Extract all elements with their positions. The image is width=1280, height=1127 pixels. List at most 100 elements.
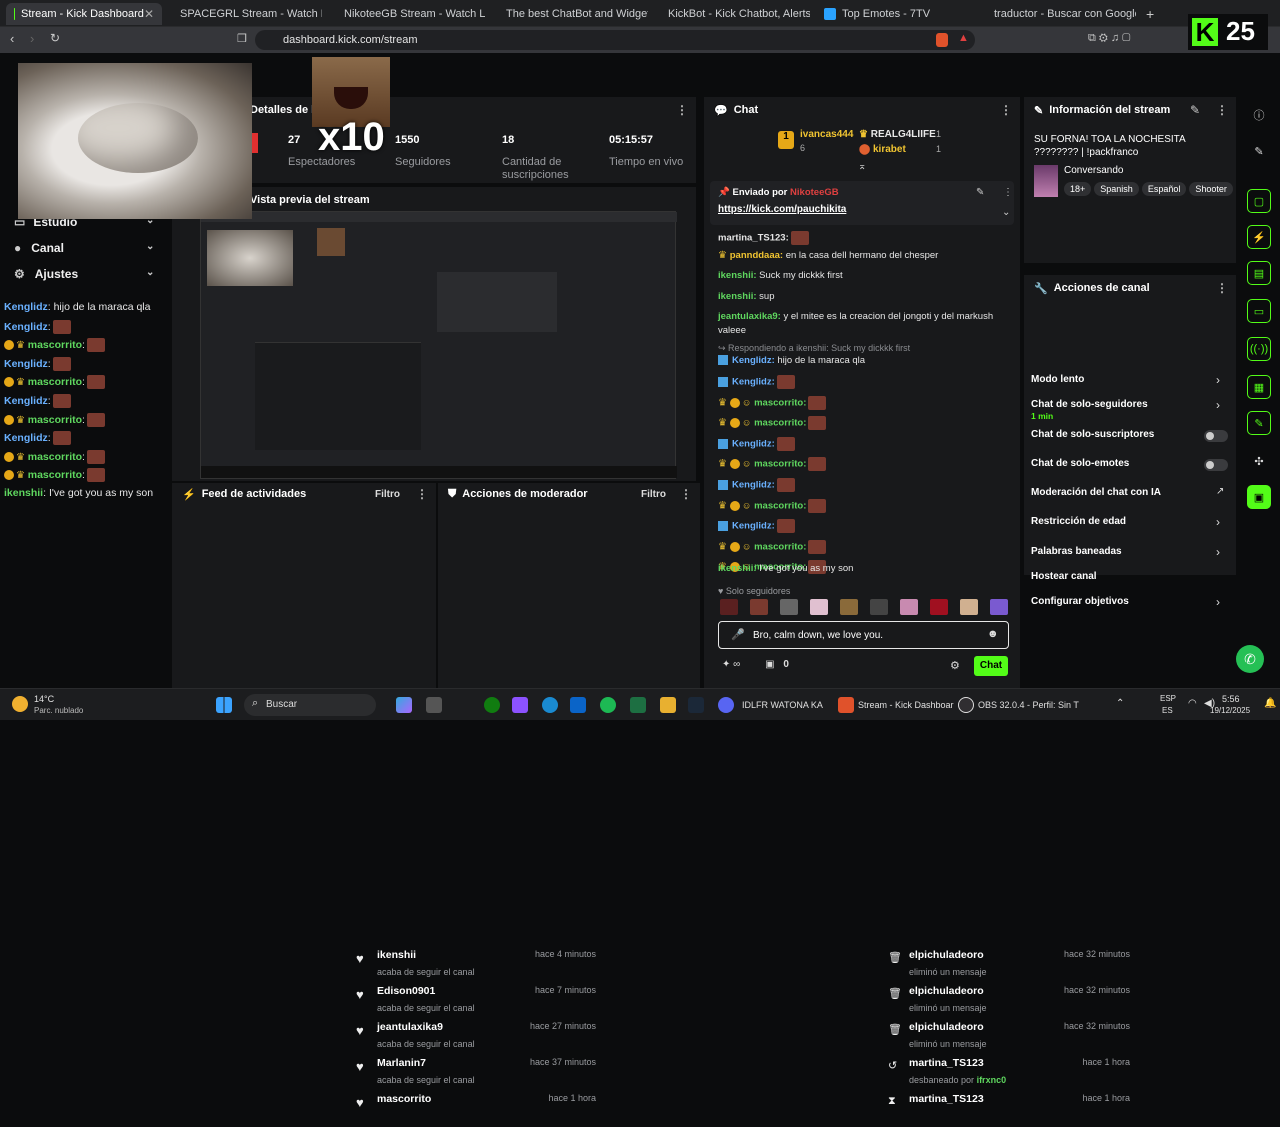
- url-field[interactable]: dashboard.kick.com/stream: [255, 30, 975, 50]
- toggle-switch[interactable]: [1204, 430, 1228, 442]
- activity-item[interactable]: ♥ ikenshii acaba de seguir el canal hace 4 …: [344, 949, 608, 983]
- extensions-icon[interactable]: ⧉ ⚙ ♫ ▢: [1088, 32, 1131, 45]
- chat-settings-icon[interactable]: ⚙: [950, 659, 960, 672]
- taskbar-app-3[interactable]: OBS 32.0.4 - Perfil: Sin T: [978, 700, 1079, 710]
- channel-action-item[interactable]: Chat de solo-suscriptores: [1031, 429, 1154, 440]
- channel-action-item[interactable]: Restricción de edad: [1031, 516, 1126, 527]
- mod-action-item[interactable]: ↺ martina_TS123 desbaneado por ifrxnc0 hace…: [876, 1057, 1138, 1091]
- chat-send-button[interactable]: Chat: [974, 656, 1008, 676]
- collapse-icon[interactable]: ⌅: [858, 161, 866, 172]
- channel-action-item[interactable]: Palabras baneadas: [1031, 546, 1122, 557]
- chevron-right-icon[interactable]: ›: [1216, 595, 1220, 609]
- chat-icon[interactable]: ▭: [1247, 299, 1271, 323]
- unpin-icon[interactable]: ✎: [976, 187, 984, 198]
- info-icon[interactable]: ⓘ: [1247, 103, 1271, 127]
- more-icon[interactable]: ⋮: [1000, 103, 1012, 117]
- more-icon[interactable]: ⋮: [1003, 187, 1013, 198]
- pinned-message[interactable]: 📌 Enviado por NikoteeGB https://kick.com…: [710, 181, 1014, 225]
- external-link-icon[interactable]: ↗: [1216, 486, 1224, 497]
- spotify-icon[interactable]: [600, 697, 616, 713]
- tab-spacegrl[interactable]: SPACEGRL Stream - Watch Live on K: [166, 3, 322, 25]
- chat-message[interactable]: Kenglidz:: [718, 519, 795, 534]
- chat-message[interactable]: ikenshii: sup: [718, 291, 775, 302]
- chat-message[interactable]: valeee: [718, 325, 746, 336]
- broadcast-icon[interactable]: ((·)): [1247, 337, 1271, 361]
- whatsapp-icon[interactable]: ✆: [1236, 645, 1264, 673]
- steam-icon[interactable]: [688, 697, 704, 713]
- excel-icon[interactable]: [630, 697, 646, 713]
- activity-item[interactable]: ♥ jeantulaxika9 acaba de seguir el canal ha…: [344, 1021, 608, 1055]
- chat-input[interactable]: 🎤 Bro, calm down, we love you. ☻: [718, 621, 1009, 649]
- activity-item[interactable]: ♥ Edison0901 acaba de seguir el canal hace …: [344, 985, 608, 1019]
- tab-kick-dashboard[interactable]: Stream - Kick Dashboard ✕: [6, 3, 162, 25]
- kick-app-icon[interactable]: ▣: [1247, 485, 1271, 509]
- store-icon[interactable]: [426, 697, 442, 713]
- mod-filter-button[interactable]: Filtro: [641, 489, 666, 500]
- chat-message[interactable]: Kenglidz:: [718, 375, 795, 389]
- more-icon[interactable]: ⋮: [1216, 103, 1228, 117]
- bookmark-icon[interactable]: ❒: [237, 32, 247, 45]
- clock-date[interactable]: 19/12/2025: [1210, 706, 1250, 715]
- nav-canal[interactable]: ● Canal ⌄: [14, 241, 154, 255]
- chat-message[interactable]: Kenglidz:: [718, 436, 795, 451]
- tab-kickbot[interactable]: KickBot - Kick Chatbot, Alerts, TTS, C: [654, 3, 810, 25]
- chat-message[interactable]: ♛ ☺ mascorrito:: [718, 395, 827, 410]
- back-icon[interactable]: ‹: [10, 31, 14, 46]
- chevron-right-icon[interactable]: ›: [1216, 373, 1220, 387]
- infinity-icon[interactable]: ∞: [733, 659, 740, 670]
- chevron-down-icon[interactable]: ⌄: [1002, 207, 1010, 218]
- more-icon[interactable]: ⋮: [680, 487, 692, 501]
- channel-action-item[interactable]: Modo lento: [1031, 374, 1084, 385]
- chevron-right-icon[interactable]: ›: [1216, 515, 1220, 529]
- windows-start-icon[interactable]: [216, 697, 232, 713]
- brave-icon[interactable]: [838, 697, 854, 713]
- chat-message[interactable]: ♛ pannddaaa: en la casa dell hermano del…: [718, 250, 938, 261]
- chat-message[interactable]: Kenglidz: hijo de la maraca qla: [718, 355, 865, 366]
- language-code[interactable]: ESP: [1160, 694, 1176, 703]
- close-icon[interactable]: ✕: [144, 7, 154, 21]
- nav-ajustes[interactable]: ⚙ Ajustes ⌄: [14, 267, 154, 281]
- chat-message[interactable]: ikenshii: I've got you as my son: [718, 563, 853, 574]
- wifi-icon[interactable]: ◠: [1188, 698, 1197, 709]
- stream-preview-video[interactable]: [200, 211, 677, 479]
- mic-icon[interactable]: 🎤: [731, 628, 745, 641]
- channel-action-item[interactable]: Moderación del chat con IA: [1031, 487, 1161, 498]
- taskbar-search[interactable]: ⌕ Buscar: [244, 694, 376, 716]
- keyboard-layout[interactable]: ES: [1162, 706, 1173, 715]
- activity-item[interactable]: ♥ mascorrito hace 1 hora: [344, 1093, 608, 1127]
- taskbar-app-1[interactable]: IDLFR WATONA KA: [742, 700, 823, 710]
- reload-icon[interactable]: ↻: [50, 31, 60, 45]
- tab-google[interactable]: traductor - Buscar con Google: [980, 3, 1136, 25]
- mod-icon[interactable]: ▦: [1247, 375, 1271, 399]
- channel-action-item[interactable]: Hostear canal: [1031, 571, 1097, 582]
- chevron-right-icon[interactable]: ›: [1216, 398, 1220, 412]
- stream-preview-icon[interactable]: ▢: [1247, 189, 1271, 213]
- edge-icon[interactable]: [542, 697, 558, 713]
- gift-icon[interactable]: ✦: [722, 659, 730, 670]
- chat-message[interactable]: ♛ ☺ mascorrito:: [718, 539, 827, 554]
- tab-nikoteegb[interactable]: NikoteeGB Stream - Watch Live on K: [330, 3, 486, 25]
- mod-action-item[interactable]: 🗑 elpichuladeoro eliminó un mensaje hace 32…: [876, 985, 1138, 1019]
- channel-action-item[interactable]: Chat de solo-emotes: [1031, 458, 1129, 469]
- chevron-right-icon[interactable]: ›: [1216, 545, 1220, 559]
- xbox-icon[interactable]: [484, 697, 500, 713]
- chat-message[interactable]: Kenglidz:: [718, 478, 795, 492]
- mod-action-item[interactable]: 🗑 elpichuladeoro eliminó un mensaje hace 32…: [876, 1021, 1138, 1055]
- chat-message[interactable]: ikenshii: Suck my dickkk first: [718, 270, 843, 281]
- taskbar-app-2[interactable]: Stream - Kick Dashboar: [858, 700, 954, 710]
- activity-filter-button[interactable]: Filtro: [375, 489, 400, 500]
- alert-icon[interactable]: ▲: [958, 32, 969, 44]
- weather-icon[interactable]: [12, 696, 28, 712]
- folder-icon[interactable]: [660, 697, 676, 713]
- notification-icon[interactable]: 🔔: [1264, 698, 1276, 709]
- tab-7tv[interactable]: Top Emotes - 7TV: [816, 3, 972, 25]
- forward-icon[interactable]: ›: [30, 31, 34, 46]
- emoji-icon[interactable]: ☻: [987, 628, 999, 640]
- session-icon[interactable]: ▤: [1247, 261, 1271, 285]
- discord-icon[interactable]: [718, 697, 734, 713]
- tab-chatbot[interactable]: The best ChatBot and Widgets for K: [492, 3, 648, 25]
- pencil-icon[interactable]: ✎: [1247, 139, 1271, 163]
- clock-time[interactable]: 5:56: [1222, 694, 1240, 704]
- wrench-icon[interactable]: ✎: [1247, 411, 1271, 435]
- toggle-switch[interactable]: [1204, 459, 1228, 471]
